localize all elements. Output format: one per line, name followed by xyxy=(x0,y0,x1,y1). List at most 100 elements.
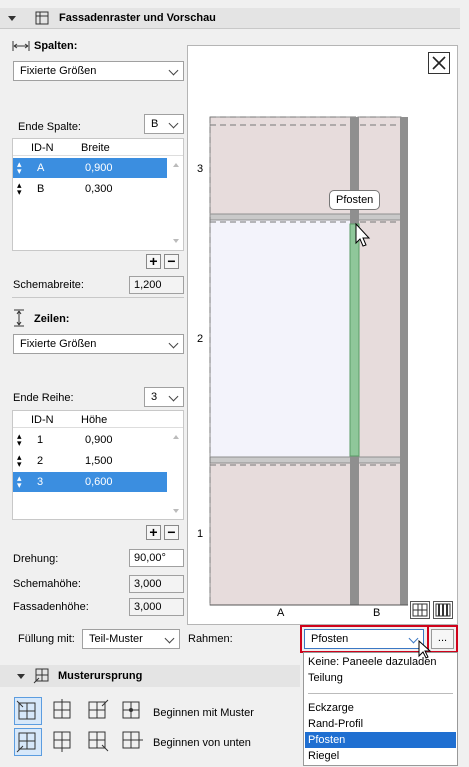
origin-center-icon xyxy=(122,701,140,719)
pattern-origin-title: Musterursprung xyxy=(58,670,143,682)
mullion[interactable] xyxy=(400,117,408,605)
drag-handle-icon[interactable]: ▴ ▾ xyxy=(17,474,22,490)
origin-option-button[interactable] xyxy=(14,728,42,756)
width-column-header[interactable]: Breite xyxy=(81,142,110,154)
row-label: 1 xyxy=(197,528,204,540)
row-view-button[interactable] xyxy=(433,601,453,619)
rows-mode-value: Fixierte Größen xyxy=(20,338,97,350)
row-value[interactable]: 0,300 xyxy=(85,183,113,195)
row-height-icon xyxy=(14,309,24,327)
chevron-down-icon xyxy=(164,633,175,644)
option-label: Riegel xyxy=(308,750,340,762)
end-column-select[interactable]: B xyxy=(144,114,184,134)
transom[interactable] xyxy=(209,213,402,221)
table-row[interactable]: ▴ ▾ 2 1,500 xyxy=(13,451,167,471)
add-column-button[interactable]: + xyxy=(146,254,161,269)
dropdown-option[interactable]: Teilung xyxy=(305,670,456,686)
scroll-down-icon[interactable] xyxy=(173,509,179,513)
drag-handle-icon[interactable]: ▴ ▾ xyxy=(17,432,22,448)
origin-option-button[interactable] xyxy=(85,697,113,725)
rows-mode-select[interactable]: Fixierte Größen xyxy=(13,334,184,354)
row-id: 1 xyxy=(37,434,44,446)
row-id: A xyxy=(37,162,45,174)
column-label: B xyxy=(373,607,381,619)
frame-value: Pfosten xyxy=(311,633,349,645)
frame-settings-button[interactable]: ... xyxy=(431,629,454,649)
end-row-value: 3 xyxy=(151,391,158,403)
origin-option-button[interactable] xyxy=(50,728,78,756)
dropdown-option[interactable]: Eckzarge xyxy=(305,700,456,716)
rows-label: Zeilen: xyxy=(34,313,70,325)
row-id: 2 xyxy=(37,455,44,467)
collapse-caret-icon[interactable] xyxy=(17,674,25,679)
facade-height-field: 3,000 xyxy=(129,598,184,616)
chevron-down-icon xyxy=(168,118,179,129)
facade-preview[interactable]: 3 2 1 A B Pfosten xyxy=(187,45,458,625)
schema-height-label: Schemahöhe: xyxy=(13,578,81,590)
origin-bottom-right-icon xyxy=(88,731,109,752)
drag-handle-icon[interactable]: ▴ ▾ xyxy=(17,453,22,469)
table-row[interactable]: ▴ ▾ 3 0,600 xyxy=(13,472,167,492)
facade-grid-section-header[interactable]: Fassadenraster und Vorschau xyxy=(0,8,460,29)
height-column-header[interactable]: Höhe xyxy=(81,414,107,426)
panel[interactable] xyxy=(357,217,402,462)
grid-icon xyxy=(35,11,49,25)
mouse-cursor-icon xyxy=(418,640,432,659)
scroll-up-icon[interactable] xyxy=(173,163,179,167)
drag-handle-icon[interactable]: ▴ ▾ xyxy=(17,160,22,176)
row-value[interactable]: 0,600 xyxy=(85,476,113,488)
collapse-caret-icon[interactable] xyxy=(8,16,16,21)
dropdown-option[interactable]: Rand-Profil xyxy=(305,716,456,732)
origin-bottom-left-icon xyxy=(16,732,36,753)
end-column-value: B xyxy=(151,118,159,130)
column-view-button[interactable] xyxy=(410,601,430,619)
dropdown-option[interactable]: Keine: Paneele dazuladen xyxy=(305,654,456,670)
panel[interactable] xyxy=(209,217,353,462)
row-value[interactable]: 1,500 xyxy=(85,455,113,467)
start-with-pattern-label: Beginnen mit Muster xyxy=(153,707,254,719)
column-label: A xyxy=(277,607,285,619)
origin-option-button[interactable] xyxy=(85,728,113,756)
highlighted-mullion[interactable] xyxy=(349,223,360,457)
dropdown-option[interactable]: Pfosten xyxy=(305,732,456,748)
fill-select[interactable]: Teil-Muster xyxy=(82,629,180,649)
transom[interactable] xyxy=(209,456,402,464)
scroll-up-icon[interactable] xyxy=(173,435,179,439)
row-value[interactable]: 0,900 xyxy=(85,162,113,174)
dropdown-option[interactable]: Riegel xyxy=(305,748,456,764)
origin-top-icon xyxy=(53,699,71,719)
pattern-origin-header[interactable]: Musterursprung xyxy=(0,665,300,687)
section-title: Fassadenraster und Vorschau xyxy=(59,12,216,24)
remove-column-button[interactable]: − xyxy=(164,254,179,269)
panel[interactable] xyxy=(209,460,353,606)
columns-mode-select[interactable]: Fixierte Größen xyxy=(13,61,184,81)
origin-option-button[interactable] xyxy=(14,697,42,725)
id-column-header[interactable]: ID-N xyxy=(31,414,54,426)
rotation-field[interactable]: 90,00° xyxy=(129,549,184,567)
drag-handle-icon[interactable]: ▴ ▾ xyxy=(17,181,22,197)
schema-width-label: Schemabreite: xyxy=(13,279,84,291)
chevron-down-icon xyxy=(408,633,419,644)
table-row[interactable]: ▴ ▾ A 0,900 xyxy=(13,158,167,178)
table-row[interactable]: ▴ ▾ 1 0,900 xyxy=(13,430,167,450)
row-id: B xyxy=(37,183,45,195)
origin-option-button[interactable] xyxy=(119,697,147,725)
frame-select[interactable]: Pfosten xyxy=(304,629,424,649)
schema-height-field: 3,000 xyxy=(129,575,184,593)
chevron-down-icon xyxy=(168,338,179,349)
chevron-down-icon xyxy=(168,65,179,76)
origin-option-button[interactable] xyxy=(50,697,78,725)
origin-top-right-icon xyxy=(88,699,109,719)
frame-dropdown-list[interactable]: Keine: Paneele dazuladen Teilung Eckzarg… xyxy=(303,652,458,766)
id-column-header[interactable]: ID-N xyxy=(31,142,54,154)
add-row-button[interactable]: + xyxy=(146,525,161,540)
row-id: 3 xyxy=(37,476,44,488)
remove-row-button[interactable]: − xyxy=(164,525,179,540)
scroll-down-icon[interactable] xyxy=(173,239,179,243)
row-value[interactable]: 0,900 xyxy=(85,434,113,446)
panel[interactable] xyxy=(357,460,402,606)
table-row[interactable]: ▴ ▾ B 0,300 xyxy=(13,179,167,199)
end-row-select[interactable]: 3 xyxy=(144,387,184,407)
frame-label: Rahmen: xyxy=(188,633,233,645)
origin-option-button[interactable] xyxy=(119,728,147,756)
